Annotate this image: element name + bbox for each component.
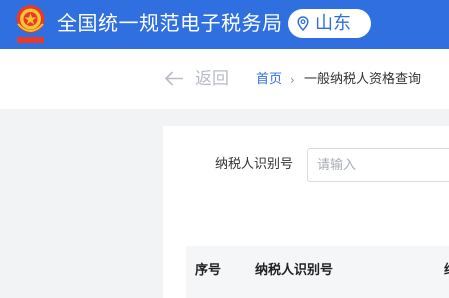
taxid-input[interactable] [307, 148, 449, 182]
region-label: 山东 [315, 13, 351, 34]
breadcrumb-current-page: 一般纳税人资格查询 [304, 72, 422, 87]
column-header-seq: 序号 [195, 263, 222, 278]
site-title: 全国统一规范电子税务局 [57, 11, 283, 35]
site-header: 全国统一规范电子税务局 山东 [0, 0, 449, 49]
results-table-header: 序号 纳税人识别号 纳 [186, 246, 449, 298]
query-panel: 纳税人识别号 序号 纳税人识别号 纳 [163, 126, 449, 298]
national-emblem-logo [16, 5, 45, 43]
navigation-bar: 返回 首页 › 一般纳税人资格查询 [0, 49, 449, 109]
column-header-taxpayer-name: 纳 [444, 262, 449, 280]
taxid-label: 纳税人识别号 [215, 157, 294, 172]
arrow-left-icon [164, 71, 183, 86]
breadcrumb-separator: › [290, 73, 295, 87]
region-selector[interactable]: 山东 [288, 9, 371, 38]
location-pin-icon [297, 16, 309, 31]
column-header-taxid: 纳税人识别号 [255, 263, 334, 278]
breadcrumb-home-link[interactable]: 首页 [256, 71, 282, 89]
back-label: 返回 [195, 69, 229, 89]
